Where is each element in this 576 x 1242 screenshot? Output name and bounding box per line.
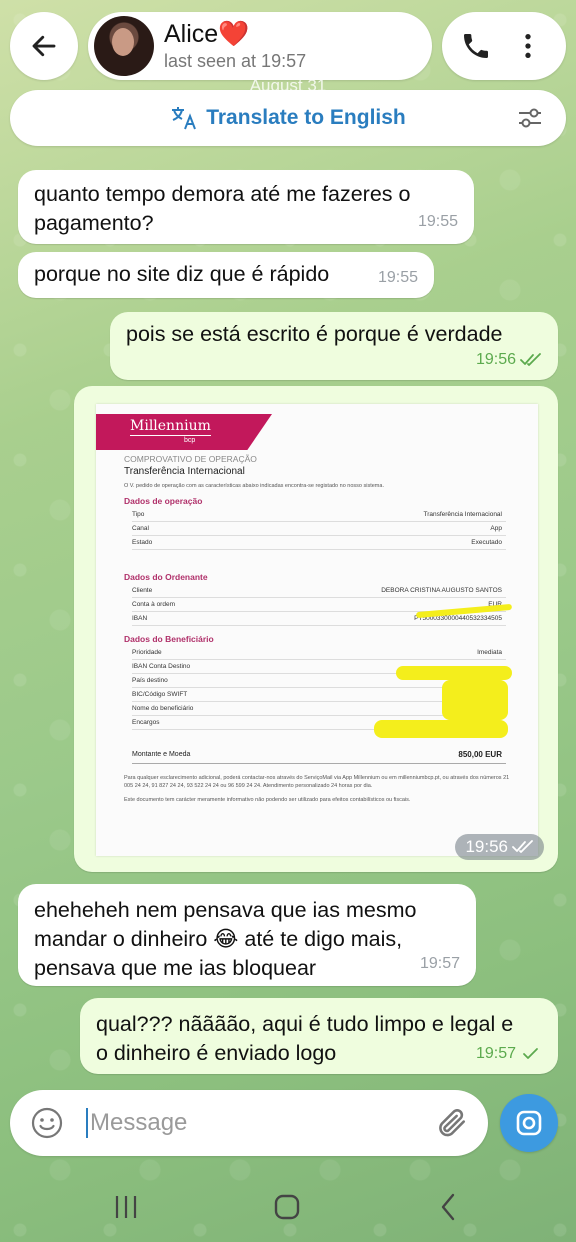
more-vertical-icon[interactable] <box>512 30 544 62</box>
system-nav-bar <box>0 1172 576 1242</box>
message-text-line: eheheheh nem pensava que ias mesmo <box>34 898 417 922</box>
home-icon[interactable] <box>272 1192 302 1222</box>
receipt-row: Canal App <box>132 522 506 536</box>
message-text-line: até te digo mais, <box>238 927 403 951</box>
message-input[interactable] <box>90 1104 390 1142</box>
message-composer <box>10 1090 488 1156</box>
avatar[interactable] <box>94 16 154 76</box>
camera-icon <box>516 1110 542 1136</box>
phone-icon[interactable] <box>460 30 492 62</box>
message-outgoing[interactable]: pois se está escrito é porque é verdade … <box>110 312 558 380</box>
translate-label: Translate to English <box>206 106 406 129</box>
arrow-left-icon <box>32 35 56 57</box>
redaction-mark <box>442 680 508 720</box>
text-cursor <box>86 1108 88 1138</box>
message-outgoing[interactable]: qual??? nãããão, aqui é tudo limpo e lega… <box>80 998 558 1074</box>
receipt-title: COMPROVATIVO DE OPERAÇÃO <box>124 454 257 464</box>
bank-logo: Millennium bcp <box>96 414 272 450</box>
contact-name: Alice❤️ <box>164 20 250 48</box>
contact-info[interactable]: Alice❤️ last seen at 19:57 <box>88 12 432 80</box>
redaction-mark <box>374 720 508 738</box>
receipt-intro: O V. pedido de operação com as caracterí… <box>124 483 384 489</box>
redaction-mark <box>396 666 512 680</box>
last-seen-status: last seen at 19:57 <box>164 51 307 71</box>
message-text-line: mandar o dinheiro <box>34 927 214 951</box>
photo-time-badge: 19:56 <box>455 834 544 860</box>
sliders-icon[interactable] <box>516 104 544 132</box>
receipt-subtitle: Transferência Internacional <box>124 466 245 477</box>
double-check-icon <box>520 352 541 366</box>
message-time: 19:56 <box>475 351 516 368</box>
double-check-icon <box>512 840 533 853</box>
message-text: quanto tempo demora até me fazeres o pag… <box>34 182 411 235</box>
camera-button[interactable] <box>500 1094 558 1152</box>
message-incoming[interactable]: porque no site diz que é rápido 19:55 <box>18 252 434 298</box>
header-actions <box>442 12 566 80</box>
message-photo[interactable]: Millennium bcp COMPROVATIVO DE OPERAÇÃO … <box>74 386 558 872</box>
receipt-image[interactable]: Millennium bcp COMPROVATIVO DE OPERAÇÃO … <box>96 404 538 856</box>
section-heading: Dados do Beneficiário <box>124 634 214 644</box>
receipt-row: Prioridade Imediata <box>132 646 506 660</box>
translate-icon <box>172 107 197 130</box>
message-time: 19:55 <box>417 213 458 230</box>
message-text-line: pensava que me ias bloquear <box>34 956 317 980</box>
section-heading: Dados de operação <box>124 496 203 506</box>
emoji-icon[interactable] <box>30 1106 64 1140</box>
laughing-emoji: 😂 <box>213 927 239 951</box>
back-button[interactable] <box>10 12 78 80</box>
message-time: 19:55 <box>377 269 418 286</box>
nav-back-icon[interactable] <box>436 1192 460 1222</box>
message-text: porque no site diz que é rápido <box>34 262 330 286</box>
check-icon <box>523 1047 538 1059</box>
section-heading: Dados do Ordenante <box>124 572 208 582</box>
message-incoming[interactable]: quanto tempo demora até me fazeres o pag… <box>18 170 474 244</box>
message-incoming[interactable]: eheheheh nem pensava que ias mesmo manda… <box>18 884 476 986</box>
receipt-row: Estado Executado <box>132 536 506 550</box>
chat-header: Alice❤️ last seen at 19:57 <box>10 12 566 80</box>
translate-bar[interactable]: Translate to English <box>10 90 566 146</box>
receipt-footer: Para qualquer esclarecimento adicional, … <box>124 775 510 789</box>
message-time: 19:57 <box>419 955 460 972</box>
message-time: 19:57 <box>475 1045 516 1062</box>
paperclip-icon[interactable] <box>434 1106 468 1140</box>
receipt-footer: Este documento tem carácter meramente in… <box>124 797 411 803</box>
receipt-row: Tipo Transferência Internacional <box>132 508 506 522</box>
recent-apps-icon[interactable] <box>112 1194 140 1220</box>
receipt-total: Montante e Moeda 850,00 EUR <box>132 748 506 764</box>
receipt-row: Cliente DEBORA CRISTINA AUGUSTO SANTOS <box>132 584 506 598</box>
